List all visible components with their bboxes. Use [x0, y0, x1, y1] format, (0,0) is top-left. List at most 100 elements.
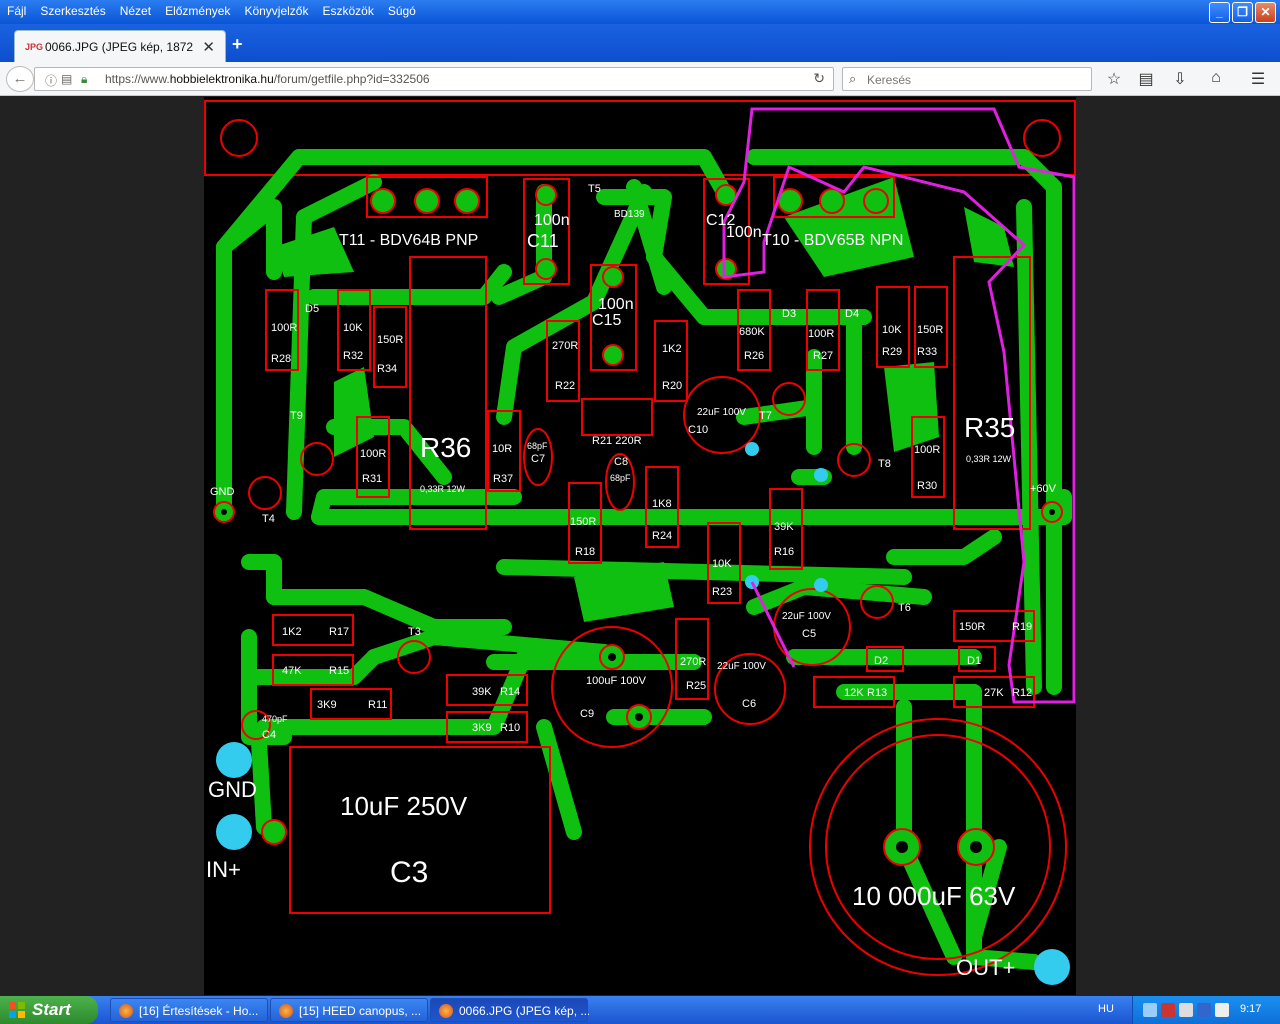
- menu-view[interactable]: Nézet: [113, 0, 158, 22]
- label-t5: T5: [588, 183, 601, 195]
- label-r24: R24: [652, 530, 672, 542]
- start-button[interactable]: Start: [0, 996, 98, 1024]
- label-r20-value: 1K2: [662, 343, 682, 355]
- label-c5: C5: [802, 628, 816, 640]
- label-r29: R29: [882, 346, 902, 358]
- label-r31-value: 100R: [360, 448, 386, 460]
- label-c8: C8: [614, 456, 628, 468]
- taskbar-item-heed[interactable]: [15] HEED canopus, ...: [270, 998, 428, 1022]
- reload-icon[interactable]: ↻: [813, 70, 825, 87]
- lock-icon[interactable]: 🔒︎: [81, 72, 87, 87]
- label-t7: T7: [759, 410, 772, 422]
- label-r17: R17: [329, 626, 349, 638]
- tab-image[interactable]: JPG 0066.JPG (JPEG kép, 1872 × ... ✕: [14, 30, 226, 62]
- label-t11: T11 - BDV64B PNP: [339, 232, 478, 249]
- page-icon[interactable]: ▤: [61, 72, 72, 86]
- windows-logo-icon: [9, 1002, 25, 1018]
- label-r12: R12: [1012, 687, 1032, 699]
- bluetooth-icon[interactable]: [1197, 1003, 1211, 1017]
- label-c7-value: 68pF: [527, 441, 548, 451]
- label-r17-value: 1K2: [282, 626, 302, 638]
- network-icon[interactable]: [1143, 1003, 1157, 1017]
- label-r34-value: 150R: [377, 334, 403, 346]
- taskbar-item-notifications[interactable]: [16] Értesítések - Ho...: [110, 998, 268, 1022]
- security-icon[interactable]: [1161, 1003, 1175, 1017]
- label-bd139: BD139: [614, 209, 645, 220]
- label-r29-value: 10K: [882, 324, 902, 336]
- label-r24-value: 1K8: [652, 498, 672, 510]
- label-c6-value: 22uF 100V: [717, 661, 766, 672]
- firefox-icon: [119, 1004, 133, 1018]
- taskbar-item-image[interactable]: 0066.JPG (JPEG kép, ...: [430, 998, 589, 1022]
- menu-edit[interactable]: Szerkesztés: [33, 0, 112, 22]
- label-r23: R23: [712, 586, 732, 598]
- label-c11-value: 100n: [534, 212, 570, 229]
- label-d5: D5: [305, 303, 319, 315]
- language-indicator[interactable]: HU: [1098, 1003, 1114, 1015]
- label-r10-value: 3K9: [472, 722, 492, 734]
- search-box[interactable]: ⌕ Keresés: [842, 67, 1092, 91]
- back-button[interactable]: ←: [6, 66, 34, 92]
- label-t3: T3: [408, 626, 421, 638]
- label-r27: R27: [813, 350, 833, 362]
- bookmark-star-icon[interactable]: ☆: [1104, 69, 1124, 89]
- label-gnd-small: GND: [210, 486, 235, 498]
- label-r30-value: 100R: [914, 444, 940, 456]
- label-c6: C6: [742, 698, 756, 710]
- menu-file[interactable]: Fájl: [0, 0, 33, 22]
- firefox-icon: [279, 1004, 293, 1018]
- label-r13: R13: [867, 687, 887, 699]
- label-c7: C7: [531, 453, 545, 465]
- label-d2: D2: [874, 655, 888, 667]
- menu-tools[interactable]: Eszközök: [315, 0, 380, 22]
- label-r36-spec: 0,33R 12W: [420, 484, 466, 494]
- label-r33: R33: [917, 346, 937, 358]
- menu-help[interactable]: Súgó: [381, 0, 423, 22]
- label-t6: T6: [898, 602, 911, 614]
- label-r32: R32: [343, 350, 363, 362]
- label-in: IN+: [206, 857, 241, 882]
- menu-history[interactable]: Előzmények: [158, 0, 237, 22]
- home-icon[interactable]: ⌂: [1206, 69, 1226, 87]
- label-r11-value: 3K9: [317, 699, 337, 711]
- label-r18-value: 150R: [570, 516, 596, 528]
- tab-title: 0066.JPG (JPEG kép, 1872 × ...: [45, 40, 197, 54]
- label-c11: C11: [527, 231, 559, 251]
- minimize-button[interactable]: _: [1209, 2, 1230, 23]
- label-60v: +60V: [1030, 483, 1057, 495]
- pcb-layout-image: T5 270R R22 1K2 R20 100R R28 D5 10K R32 …: [204, 97, 1076, 995]
- url-bar[interactable]: ⓘ ▤ 🔒︎ https://www.hobbielektronika.hu/f…: [34, 67, 834, 91]
- label-r19: R19: [1012, 621, 1032, 633]
- url-text[interactable]: https://www.hobbielektronika.hu/forum/ge…: [105, 72, 430, 86]
- navigation-bar: ← ⓘ ▤ 🔒︎ https://www.hobbielektronika.hu…: [0, 62, 1280, 96]
- label-c12-value: 100n: [726, 224, 762, 241]
- label-r37: R37: [493, 473, 513, 485]
- menu-bookmarks[interactable]: Könyvjelzők: [237, 0, 315, 22]
- label-d1: D1: [967, 655, 981, 667]
- volume-icon[interactable]: [1179, 1003, 1193, 1017]
- label-out: OUT+: [956, 955, 1015, 980]
- label-r34: R34: [377, 363, 397, 375]
- restore-button[interactable]: ❐: [1232, 2, 1253, 23]
- label-r30: R30: [917, 480, 937, 492]
- label-c10-value: 22uF 100V: [697, 407, 746, 418]
- safely-remove-icon[interactable]: [1215, 1003, 1229, 1017]
- hamburger-menu-icon[interactable]: ☰: [1248, 69, 1268, 89]
- mounting-hole: [1023, 119, 1061, 157]
- image-file-icon: JPG: [25, 42, 44, 52]
- close-window-button[interactable]: ✕: [1255, 2, 1276, 23]
- label-r28: R28: [271, 353, 291, 365]
- download-icon[interactable]: ⇩: [1170, 69, 1190, 89]
- label-t9: T9: [290, 410, 303, 422]
- label-r16-value: 39K: [774, 521, 794, 533]
- image-viewer: T5 270R R22 1K2 R20 100R R28 D5 10K R32 …: [0, 97, 1280, 996]
- label-r22-value: 270R: [552, 340, 578, 352]
- info-icon[interactable]: ⓘ: [45, 72, 57, 89]
- label-c3: C3: [390, 856, 428, 889]
- new-tab-icon[interactable]: +: [232, 34, 243, 55]
- close-tab-icon[interactable]: ✕: [202, 38, 215, 56]
- label-c3-value: 10uF 250V: [340, 791, 468, 821]
- label-t10: T10 - BDV65B NPN: [762, 232, 903, 249]
- label-c4-value: 470pF: [262, 714, 288, 724]
- library-icon[interactable]: ▤: [1136, 69, 1156, 89]
